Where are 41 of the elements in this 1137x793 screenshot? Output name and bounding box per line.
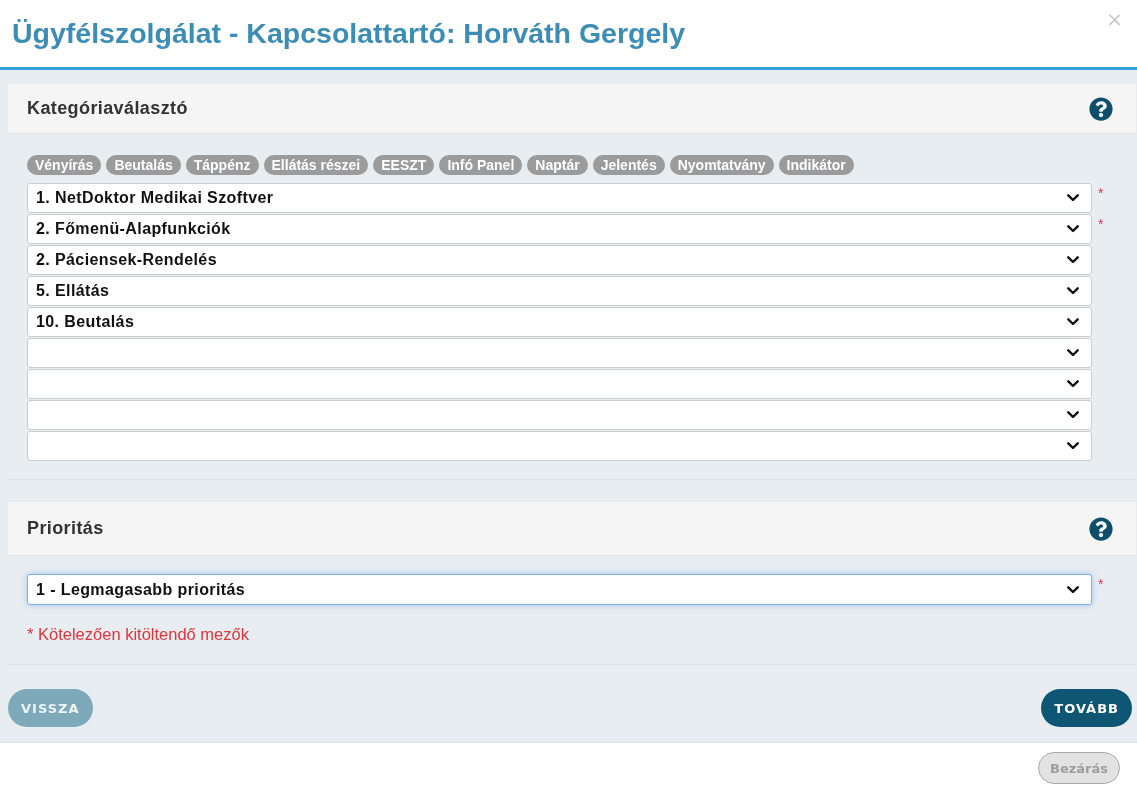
category-tag[interactable]: EESZT — [373, 155, 435, 175]
required-fields-note: * Kötelezően kitöltendő mezők — [27, 625, 249, 644]
required-asterisk: * — [1098, 576, 1104, 592]
category-tag[interactable]: Vényírás — [27, 155, 102, 175]
category-tag[interactable]: Jelentés — [592, 155, 665, 175]
help-icon[interactable] — [1089, 516, 1113, 541]
required-asterisk: * — [1098, 185, 1104, 201]
window-title: Ügyfélszolgálat - Kapcsolattartó: Horváth Gergely — [12, 17, 686, 50]
caret-icon — [1067, 585, 1079, 594]
dropdown-field[interactable] — [27, 338, 1092, 368]
category-tag[interactable]: Táppénz — [185, 155, 259, 175]
section-title: Prioritás — [27, 518, 104, 539]
help-icon[interactable] — [1089, 96, 1113, 121]
dropdown-field[interactable]: 2. Páciensek-Rendelés — [27, 245, 1092, 275]
caret-icon — [1067, 442, 1079, 450]
caret-icon — [1067, 380, 1079, 388]
dropdown-field[interactable] — [27, 431, 1092, 461]
next-button[interactable]: TOVÁBB — [1041, 689, 1132, 727]
category-tag[interactable]: Naptár — [527, 155, 588, 175]
required-asterisk: * — [1098, 216, 1104, 232]
dropdown-field[interactable]: 1 - Legmagasabb prioritás — [27, 574, 1092, 605]
dropdown-field[interactable] — [27, 400, 1092, 430]
category-tag[interactable]: Indikátor — [778, 155, 854, 175]
caret-icon — [1067, 287, 1079, 295]
dropdown-field[interactable]: 2. Főmenü-Alapfunkciók — [27, 214, 1092, 244]
caret-icon — [1067, 411, 1079, 419]
dropdown-field[interactable] — [27, 369, 1092, 399]
category-tag[interactable]: Infó Panel — [439, 155, 523, 175]
caret-icon — [1067, 194, 1079, 202]
caret-icon — [1067, 256, 1079, 264]
dropdown-field[interactable]: 1. NetDoktor Medikai Szoftver — [27, 183, 1092, 213]
close-button[interactable]: × — [1104, 8, 1125, 30]
category-tag[interactable]: Beutalás — [106, 155, 181, 175]
section-title: Kategóriaválasztó — [27, 98, 188, 119]
caret-icon — [1067, 318, 1079, 326]
category-tag[interactable]: Ellátás részei — [263, 155, 369, 175]
caret-icon — [1067, 349, 1079, 357]
caret-icon — [1067, 225, 1079, 233]
category-tag[interactable]: Nyomtatvány — [669, 155, 774, 175]
dropdown-field[interactable]: 10. Beutalás — [27, 307, 1092, 337]
dropdown-field[interactable]: 5. Ellátás — [27, 276, 1092, 306]
